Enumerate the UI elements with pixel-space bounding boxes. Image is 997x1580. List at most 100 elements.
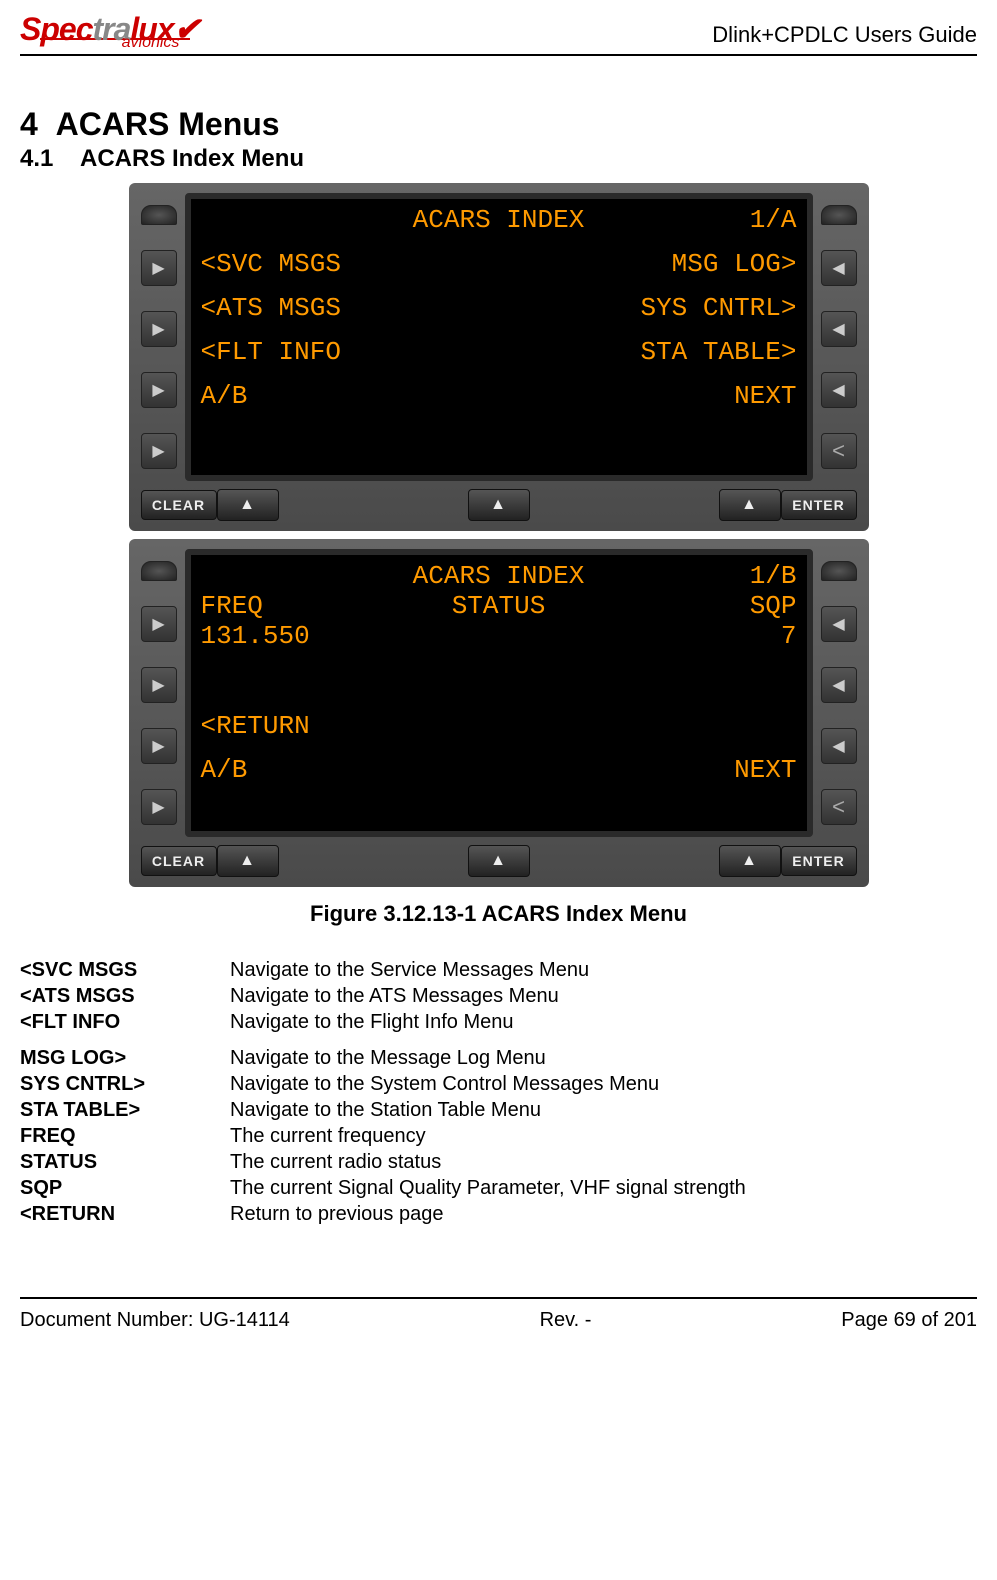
b-lbl-sqp: SQP [600, 591, 797, 621]
clear-button[interactable]: CLEAR [141, 490, 217, 520]
section-title: 4 ACARS Menus [20, 106, 977, 143]
definition-row: <FLT INFONavigate to the Flight Info Men… [20, 1009, 746, 1035]
definition-term: <ATS MSGS [20, 983, 230, 1009]
lsk-r4[interactable]: < [821, 433, 857, 469]
b-l4: A/B [201, 755, 248, 785]
lsk-l1[interactable]: ▶ [141, 250, 177, 286]
right-lsk-col-b: ◀ ◀ ◀ < [819, 549, 859, 837]
enter-button[interactable]: ENTER [781, 490, 857, 520]
left-lsk-col: ▶ ▶ ▶ ▶ [139, 193, 179, 481]
screen-b-title: ACARS INDEX [281, 561, 717, 591]
screen-b: ACARS INDEX 1/B FREQ STATUS SQP 131.550 … [185, 549, 813, 837]
figure-caption: Figure 3.12.13-1 ACARS Index Menu [20, 901, 977, 927]
subsection-name: ACARS Index Menu [80, 145, 304, 172]
lsk-r1-b[interactable]: ◀ [821, 606, 857, 642]
bottom-bar-b: CLEAR ▲ ▲ ▲ ENTER [139, 845, 859, 877]
definition-row: FREQThe current frequency [20, 1123, 746, 1149]
lsk-l2-b[interactable]: ▶ [141, 667, 177, 703]
definition-desc: Navigate to the ATS Messages Menu [230, 983, 746, 1009]
a-r3: STA TABLE> [640, 337, 796, 367]
mcdu-device-a: ▶ ▶ ▶ ▶ ACARS INDEX 1/A <SVC MSGS MSG LO… [129, 183, 869, 531]
subsection-title: 4.1ACARS Index Menu [20, 145, 977, 173]
a-l3: <FLT INFO [201, 337, 341, 367]
up-arrow-3b[interactable]: ▲ [719, 845, 781, 877]
definition-row: <RETURNReturn to previous page [20, 1201, 746, 1227]
a-l4: A/B [201, 381, 248, 411]
lsk-r4-b[interactable]: < [821, 789, 857, 825]
b-val-sqp: 7 [499, 621, 797, 651]
b-lbl-freq: FREQ [201, 591, 398, 621]
b-lbl-status: STATUS [397, 591, 600, 621]
a-r4: NEXT [734, 381, 796, 411]
lsk-r1[interactable]: ◀ [821, 250, 857, 286]
page-footer: Document Number: UG-14114 Rev. - Page 69… [20, 1297, 977, 1352]
definition-term: <FLT INFO [20, 1009, 230, 1035]
definition-desc: Navigate to the Station Table Menu [230, 1097, 746, 1123]
clear-button-b[interactable]: CLEAR [141, 846, 217, 876]
footer-rev: Rev. - [540, 1309, 592, 1332]
definition-term: <RETURN [20, 1201, 230, 1227]
definitions-table: <SVC MSGSNavigate to the Service Message… [20, 957, 746, 1227]
up-arrow-2b[interactable]: ▲ [468, 845, 530, 877]
definition-term: STA TABLE> [20, 1097, 230, 1123]
definition-term: STATUS [20, 1149, 230, 1175]
up-arrow-3[interactable]: ▲ [719, 489, 781, 521]
logo-block: Spectralux✔ avionics [20, 10, 199, 52]
screen-a: ACARS INDEX 1/A <SVC MSGS MSG LOG> <ATS … [185, 193, 813, 481]
screen-a-page: 1/A [717, 205, 797, 235]
lsk-l2[interactable]: ▶ [141, 311, 177, 347]
definition-desc: Navigate to the Flight Info Menu [230, 1009, 746, 1035]
definition-row: STATUSThe current radio status [20, 1149, 746, 1175]
definition-desc: The current frequency [230, 1123, 746, 1149]
up-arrow-2[interactable]: ▲ [468, 489, 530, 521]
footer-docnum: Document Number: UG-14114 [20, 1309, 290, 1332]
enter-button-b[interactable]: ENTER [781, 846, 857, 876]
definition-term: SQP [20, 1175, 230, 1201]
definition-term: MSG LOG> [20, 1045, 230, 1071]
lsk-l4[interactable]: ▶ [141, 433, 177, 469]
lsk-top-r[interactable] [821, 205, 857, 225]
definition-row: <ATS MSGSNavigate to the ATS Messages Me… [20, 983, 746, 1009]
definition-row: STA TABLE>Navigate to the Station Table … [20, 1097, 746, 1123]
screen-a-title: ACARS INDEX [281, 205, 717, 235]
lsk-l4-b[interactable]: ▶ [141, 789, 177, 825]
left-lsk-col-b: ▶ ▶ ▶ ▶ [139, 549, 179, 837]
lsk-top-r-b[interactable] [821, 561, 857, 581]
definition-desc: The current radio status [230, 1149, 746, 1175]
a-r1: MSG LOG> [672, 249, 797, 279]
b-l3: <RETURN [201, 711, 310, 741]
mcdu-device-b: ▶ ▶ ▶ ▶ ACARS INDEX 1/B FREQ STATUS SQP [129, 539, 869, 887]
guide-title: Dlink+CPDLC Users Guide [712, 22, 977, 52]
definition-term: <SVC MSGS [20, 957, 230, 983]
subsection-num: 4.1 [20, 145, 80, 173]
definition-desc: Navigate to the Service Messages Menu [230, 957, 746, 983]
lsk-r2[interactable]: ◀ [821, 311, 857, 347]
footer-page: Page 69 of 201 [841, 1309, 977, 1332]
lsk-l1-b[interactable]: ▶ [141, 606, 177, 642]
definition-row: MSG LOG>Navigate to the Message Log Menu [20, 1045, 746, 1071]
section-num: 4 [20, 106, 38, 142]
definition-row: SYS CNTRL>Navigate to the System Control… [20, 1071, 746, 1097]
section-name: ACARS Menus [56, 106, 280, 142]
definition-desc: Return to previous page [230, 1201, 746, 1227]
lsk-r2-b[interactable]: ◀ [821, 667, 857, 703]
screen-b-page: 1/B [717, 561, 797, 591]
lsk-top-l[interactable] [141, 205, 177, 225]
a-l1: <SVC MSGS [201, 249, 341, 279]
up-arrow-1[interactable]: ▲ [217, 489, 279, 521]
definition-term: FREQ [20, 1123, 230, 1149]
lsk-top-l-b[interactable] [141, 561, 177, 581]
right-lsk-col: ◀ ◀ ◀ < [819, 193, 859, 481]
a-l2: <ATS MSGS [201, 293, 341, 323]
up-arrow-1b[interactable]: ▲ [217, 845, 279, 877]
definition-row: SQPThe current Signal Quality Parameter,… [20, 1175, 746, 1201]
lsk-l3-b[interactable]: ▶ [141, 728, 177, 764]
lsk-r3[interactable]: ◀ [821, 372, 857, 408]
definition-desc: Navigate to the Message Log Menu [230, 1045, 746, 1071]
definition-desc: Navigate to the System Control Messages … [230, 1071, 746, 1097]
definition-row: <SVC MSGSNavigate to the Service Message… [20, 957, 746, 983]
bottom-bar-a: CLEAR ▲ ▲ ▲ ENTER [139, 489, 859, 521]
b-val-freq: 131.550 [201, 621, 499, 651]
lsk-r3-b[interactable]: ◀ [821, 728, 857, 764]
lsk-l3[interactable]: ▶ [141, 372, 177, 408]
